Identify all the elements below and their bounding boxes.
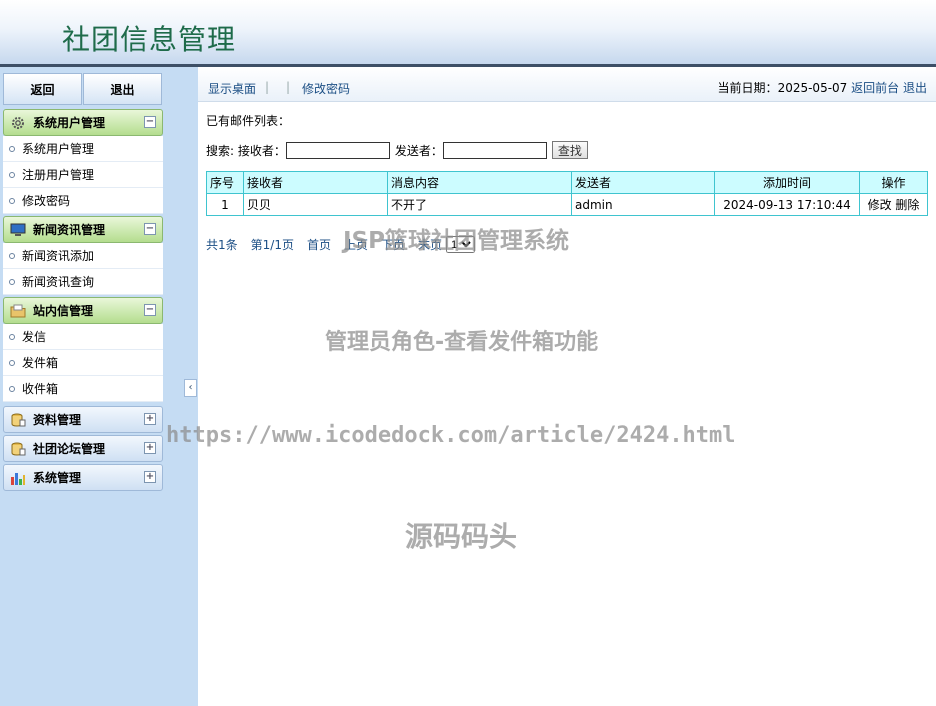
menu-item-news-add[interactable]: 新闻资讯添加 [3, 243, 163, 269]
delete-link[interactable]: 删除 [895, 198, 919, 212]
sender-input[interactable] [442, 141, 547, 159]
search-bar: 搜索: 接收者： 发送者： 查找 [206, 141, 588, 159]
pager-page-info: 第1/1页 [250, 238, 294, 252]
menu-item-label: 新闻资讯添加 [22, 249, 95, 263]
collapse-toggle-icon[interactable]: − [144, 116, 156, 128]
group-header-news[interactable]: 新闻资讯管理 − [3, 216, 163, 243]
expand-toggle-icon[interactable]: + [144, 413, 156, 425]
group-header-forum[interactable]: 社团论坛管理 + [3, 435, 163, 462]
group-header-system-users[interactable]: 系统用户管理 − [3, 109, 163, 136]
menu-item-change-password[interactable]: 修改密码 [3, 188, 163, 214]
expand-toggle-icon[interactable]: + [144, 442, 156, 454]
main-content: 显示桌面 | | 修改密码 当前日期：2025-05-07 返回前台 退出 已有… [198, 67, 936, 706]
back-button[interactable]: 返回 [3, 73, 82, 105]
menu-item-label: 发信 [22, 330, 47, 344]
column-header-receiver: 接收者 [243, 171, 388, 194]
page-select[interactable]: 1 [446, 236, 476, 253]
bar-chart-icon [9, 470, 27, 486]
sidebar-collapse-button[interactable]: ‹ [184, 379, 197, 397]
group-title: 系统管理 [33, 471, 82, 485]
collapse-toggle-icon[interactable]: − [144, 304, 156, 316]
edit-link[interactable]: 修改 [868, 198, 892, 212]
menu-item-send-message[interactable]: 发信 [3, 324, 163, 350]
bullet-icon [9, 333, 15, 340]
menu-item-system-user-manage[interactable]: 系统用户管理 [3, 136, 163, 162]
column-header-action: 操作 [859, 171, 928, 194]
menu-item-label: 系统用户管理 [22, 142, 95, 156]
search-receiver-label: 搜索: 接收者： [206, 143, 286, 158]
cell-content: 不开了 [387, 193, 572, 216]
pager-total: 共1条 [206, 238, 238, 252]
group-title: 社团论坛管理 [33, 442, 106, 456]
expand-toggle-icon[interactable]: + [144, 471, 156, 483]
group-header-system[interactable]: 系统管理 + [3, 464, 163, 491]
logout-link[interactable]: 退出 [903, 81, 927, 95]
back-to-front-link[interactable]: 返回前台 [851, 81, 899, 95]
search-button[interactable]: 查找 [551, 141, 588, 159]
bullet-icon [9, 145, 15, 152]
column-header-no: 序号 [206, 171, 244, 194]
group-header-materials[interactable]: 资料管理 + [3, 406, 163, 433]
cell-receiver: 贝贝 [243, 193, 388, 216]
toolbar-separator: | [286, 80, 291, 94]
database-icon [9, 441, 27, 457]
gear-icon [9, 115, 27, 131]
toolbar-separator: | [265, 80, 270, 94]
group-title: 站内信管理 [33, 304, 94, 318]
menu-item-inbox[interactable]: 收件箱 [3, 376, 163, 402]
exit-button[interactable]: 退出 [83, 73, 162, 105]
receiver-input[interactable] [285, 141, 390, 159]
bullet-icon [9, 385, 15, 392]
bullet-icon [9, 359, 15, 366]
bullet-icon [9, 197, 15, 204]
cell-no: 1 [206, 193, 244, 216]
date-label: 当前日期： [717, 81, 778, 95]
group-title: 资料管理 [33, 413, 82, 427]
bullet-icon [9, 171, 15, 178]
date-area: 当前日期：2025-05-07 返回前台 退出 [718, 79, 927, 96]
menu-item-label: 注册用户管理 [22, 168, 95, 182]
menu-item-label: 收件箱 [22, 382, 59, 396]
bullet-icon [9, 252, 15, 259]
menu-item-label: 发件箱 [22, 356, 59, 370]
group-header-messages[interactable]: 站内信管理 − [3, 297, 163, 324]
app-title: 社团信息管理 [62, 23, 237, 56]
bullet-icon [9, 278, 15, 285]
sidebar-top-buttons: 返回 退出 [3, 73, 163, 105]
monitor-icon [9, 222, 27, 238]
column-header-sender: 发送者 [571, 171, 715, 194]
app-header: 社团信息管理 [0, 0, 936, 64]
column-header-time: 添加时间 [714, 171, 860, 194]
menu-item-label: 修改密码 [22, 194, 71, 208]
search-sender-label: 发送者： [394, 143, 443, 158]
pager-first-link[interactable]: 首页 [307, 236, 331, 253]
change-password-link[interactable]: 修改密码 [302, 80, 350, 97]
pagination: 共1条 第1/1页 首页 上页 下页 末页 1 [206, 236, 476, 253]
pager-next-link[interactable]: 下页 [381, 236, 405, 253]
menu-item-registered-users[interactable]: 注册用户管理 [3, 162, 163, 188]
menu-item-news-query[interactable]: 新闻资讯查询 [3, 269, 163, 295]
collapse-toggle-icon[interactable]: − [144, 223, 156, 235]
table-header-row: 序号 接收者 消息内容 发送者 添加时间 操作 [206, 171, 928, 194]
cell-time: 2024-09-13 17:10:44 [714, 193, 860, 216]
pager-last-link[interactable]: 末页 [418, 236, 442, 253]
table-row: 1 贝贝 不开了 admin 2024-09-13 17:10:44 修改 删除 [206, 193, 928, 216]
folder-icon [9, 303, 27, 319]
menu-item-label: 新闻资讯查询 [22, 275, 95, 289]
menu-item-outbox[interactable]: 发件箱 [3, 350, 163, 376]
outbox-table: 序号 接收者 消息内容 发送者 添加时间 操作 1 贝贝 不开了 admin 2… [206, 171, 928, 216]
cell-actions: 修改 删除 [859, 193, 928, 216]
date-value: 2025-05-07 [777, 81, 848, 95]
cell-sender: admin [571, 193, 715, 216]
column-header-content: 消息内容 [387, 171, 572, 194]
sidebar: 返回 退出 系统用户管理 − 系统用户管理 注册用户管理 修改密码 新闻资讯管理… [0, 67, 198, 706]
group-title: 新闻资讯管理 [33, 223, 106, 237]
list-title: 已有邮件列表： [206, 114, 291, 128]
top-toolbar: 显示桌面 | | 修改密码 当前日期：2025-05-07 返回前台 退出 [198, 67, 936, 102]
pager-prev-link[interactable]: 上页 [344, 236, 368, 253]
show-desktop-link[interactable]: 显示桌面 [208, 80, 256, 97]
group-title: 系统用户管理 [33, 116, 106, 130]
database-icon [9, 412, 27, 428]
